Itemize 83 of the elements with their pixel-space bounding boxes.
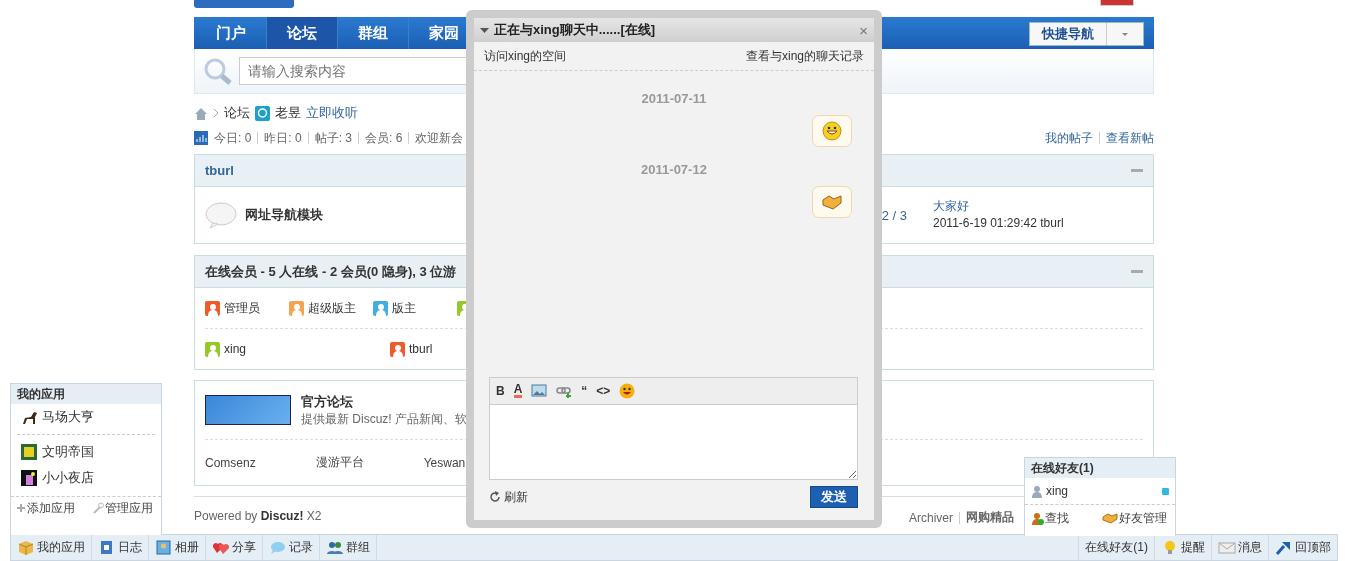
stat-text: 今日: 0 xyxy=(214,129,252,147)
user-link[interactable]: tburl xyxy=(409,342,433,356)
person-icon xyxy=(1030,484,1044,498)
home-icon[interactable] xyxy=(194,106,208,120)
wrench-icon xyxy=(92,502,104,514)
friend-link[interactable]: Comsenz xyxy=(205,455,256,470)
quick-nav-button[interactable]: 快捷导航 xyxy=(1029,22,1144,46)
chat-history-link[interactable]: 查看与xing的聊天记录 xyxy=(746,47,864,65)
group-label: 超级版主 xyxy=(308,299,356,317)
toolbar-item[interactable]: 记录 xyxy=(263,535,320,560)
last-post-link[interactable]: 大家好 xyxy=(933,198,1153,215)
follow-link[interactable]: 立即收听 xyxy=(306,104,358,122)
friend-link[interactable]: Yeswan xyxy=(423,455,466,470)
format-button[interactable]: <> xyxy=(596,385,611,397)
message-input[interactable] xyxy=(490,405,857,479)
nav-tab[interactable]: 论坛 xyxy=(267,17,338,49)
speech-bubble-icon xyxy=(205,201,237,229)
bar-chart-icon xyxy=(194,131,208,145)
image-icon[interactable] xyxy=(531,383,548,399)
toolbar-item[interactable]: 分享 xyxy=(206,535,263,560)
thread-count: 2 / 3 xyxy=(881,207,907,223)
toolbar-item[interactable]: 群组 xyxy=(320,535,377,560)
add-app-link[interactable]: 添加应用 xyxy=(16,499,75,517)
font-color-button[interactable]: A xyxy=(513,384,523,398)
manage-app-link[interactable]: 管理应用 xyxy=(92,499,153,517)
footer-link[interactable]: 网购精品 xyxy=(966,509,1014,526)
message-date: 2011-07-12 xyxy=(640,162,708,179)
online-status-icon xyxy=(1162,487,1169,495)
toolbar-item[interactable]: 消息 xyxy=(1211,535,1268,560)
arrow-up-icon xyxy=(1275,539,1293,556)
stat-text: 会员: 6 xyxy=(365,129,403,147)
menu-title: 在线好友(1) xyxy=(1025,458,1175,478)
menu-title: 我的应用 xyxy=(11,384,161,404)
plus-icon xyxy=(16,503,26,513)
search-icon xyxy=(203,57,233,85)
stat-text: 昨日: 0 xyxy=(264,129,302,147)
manage-friends-link[interactable]: 好友管理 xyxy=(1102,509,1167,527)
powered-by-text: Powered by Discuz! X2 xyxy=(194,509,322,525)
format-button[interactable]: “ xyxy=(581,385,588,397)
forum-name[interactable]: 网址导航模块 xyxy=(245,206,323,224)
emblem-icon xyxy=(21,444,37,460)
send-button[interactable]: 发送 xyxy=(810,486,858,508)
user-link[interactable]: xing xyxy=(224,342,246,356)
last-post-info: 2011-6-19 01:29:42 tburl xyxy=(933,215,1065,232)
link[interactable]: 我的帖子 xyxy=(1045,129,1093,147)
link-title[interactable]: 官方论坛 xyxy=(301,393,353,409)
friend-link[interactable]: 漫游平台 xyxy=(315,454,364,471)
envelope-icon xyxy=(1218,539,1236,556)
format-button[interactable]: B xyxy=(496,385,505,397)
toolbar-item[interactable]: 相册 xyxy=(149,535,206,560)
caret-icon[interactable] xyxy=(1122,32,1128,36)
people-icon xyxy=(326,539,344,556)
collapse-icon[interactable] xyxy=(480,25,489,35)
user-name: 老昱 xyxy=(275,104,301,122)
app-item[interactable]: 文明帝国 xyxy=(11,439,161,465)
person-add-icon xyxy=(1030,511,1044,525)
smiley-icon[interactable] xyxy=(619,383,636,399)
app-item[interactable]: 小小夜店 xyxy=(11,465,161,491)
refresh-button[interactable]: 刷新 xyxy=(489,488,528,506)
chevron-icon xyxy=(213,107,219,119)
find-friends-link[interactable]: 查找 xyxy=(1030,509,1069,527)
picture-icon xyxy=(155,539,173,556)
category-title[interactable]: tburl xyxy=(205,163,234,178)
chat-title: 正在与xing聊天中......[在线] xyxy=(494,21,656,39)
friend-name[interactable]: xing xyxy=(1046,484,1068,498)
stat-text: 欢迎新会 xyxy=(415,129,464,147)
stat-text: 帖子: 3 xyxy=(314,129,353,147)
app-item[interactable]: 马场大亨 xyxy=(11,404,161,430)
drink-icon xyxy=(21,470,37,486)
breadcrumb-link[interactable]: 论坛 xyxy=(224,104,250,122)
link[interactable]: 查看新帖 xyxy=(1106,129,1154,147)
toolbar-item[interactable]: 回顶部 xyxy=(1268,535,1337,560)
refresh-icon xyxy=(489,491,501,503)
panel-title: 在线会员 - 5 人在线 - 2 会员(0 隐身), 3 位游 xyxy=(205,262,457,281)
message-date: 2011-07-11 xyxy=(640,91,708,108)
footer-link[interactable]: Archiver xyxy=(909,510,953,525)
group-label: 管理员 xyxy=(224,299,260,317)
group-label: 版主 xyxy=(392,299,416,317)
site-logo[interactable] xyxy=(205,395,291,425)
box-icon xyxy=(17,539,35,556)
smiley-icon xyxy=(822,121,842,141)
speech-bubble-icon xyxy=(269,539,287,556)
link-description: 提供最新 Discuz! 产品新闻、软 xyxy=(301,410,467,428)
